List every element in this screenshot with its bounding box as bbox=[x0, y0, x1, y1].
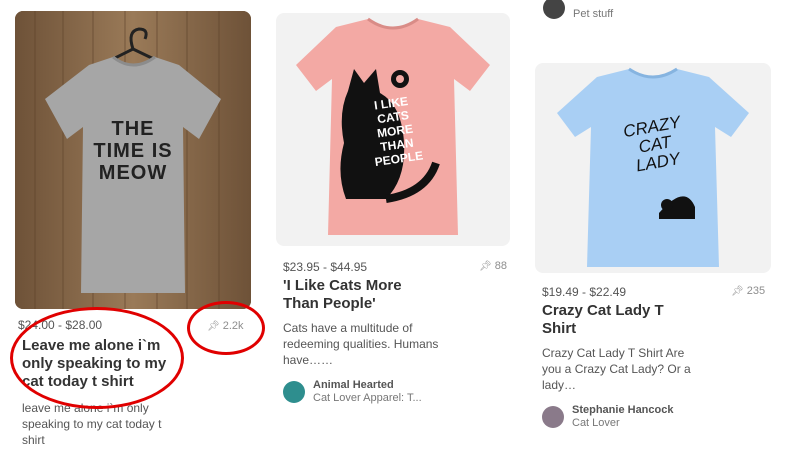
pushpin-icon: 📌︎ bbox=[207, 321, 220, 332]
price-range: $24.00 - $28.00 bbox=[18, 318, 103, 332]
save-count: 📌︎ 2.2k bbox=[207, 320, 244, 332]
board-name: Pet stuff bbox=[573, 8, 614, 20]
pin-description: Cats have a multitude of redeeming quali… bbox=[283, 321, 439, 367]
pin-description: leave me alone i`m only speaking to my c… bbox=[22, 401, 162, 447]
avatar bbox=[283, 381, 305, 403]
pin-description: Crazy Cat Lady T Shirt Are you a Crazy C… bbox=[542, 346, 691, 392]
creator-name: Animal Hearted bbox=[313, 379, 394, 391]
price-range: $23.95 - $44.95 bbox=[283, 260, 368, 274]
pin-attribution[interactable]: Animal Hearted Cat Lover Apparel: T... bbox=[283, 379, 422, 405]
save-count: 📌︎ 235 bbox=[731, 285, 766, 297]
pushpin-icon: 📌︎ bbox=[731, 286, 744, 297]
save-count: 📌︎ 88 bbox=[479, 260, 507, 272]
pushpin-icon: 📌︎ bbox=[479, 261, 492, 272]
board-name: Cat Lover Apparel: T... bbox=[313, 392, 422, 404]
creator-name: Stephanie Hancock bbox=[572, 404, 674, 416]
shirt-graphic-text: THE TIME IS MEOW bbox=[93, 118, 173, 184]
pin-title[interactable]: 'I Like Cats More Than People' bbox=[283, 277, 423, 313]
avatar bbox=[543, 0, 565, 19]
board-name: Cat Lover bbox=[572, 417, 620, 429]
pin-title[interactable]: Leave me alone i`m only speaking to my c… bbox=[22, 337, 182, 391]
top-board-attribution[interactable]: Pet stuff bbox=[543, 0, 613, 21]
pin-attribution[interactable]: Stephanie Hancock Cat Lover bbox=[542, 404, 673, 430]
pin-title[interactable]: Crazy Cat Lady T Shirt bbox=[542, 302, 687, 338]
price-range: $19.49 - $22.49 bbox=[542, 285, 627, 299]
avatar bbox=[542, 406, 564, 428]
